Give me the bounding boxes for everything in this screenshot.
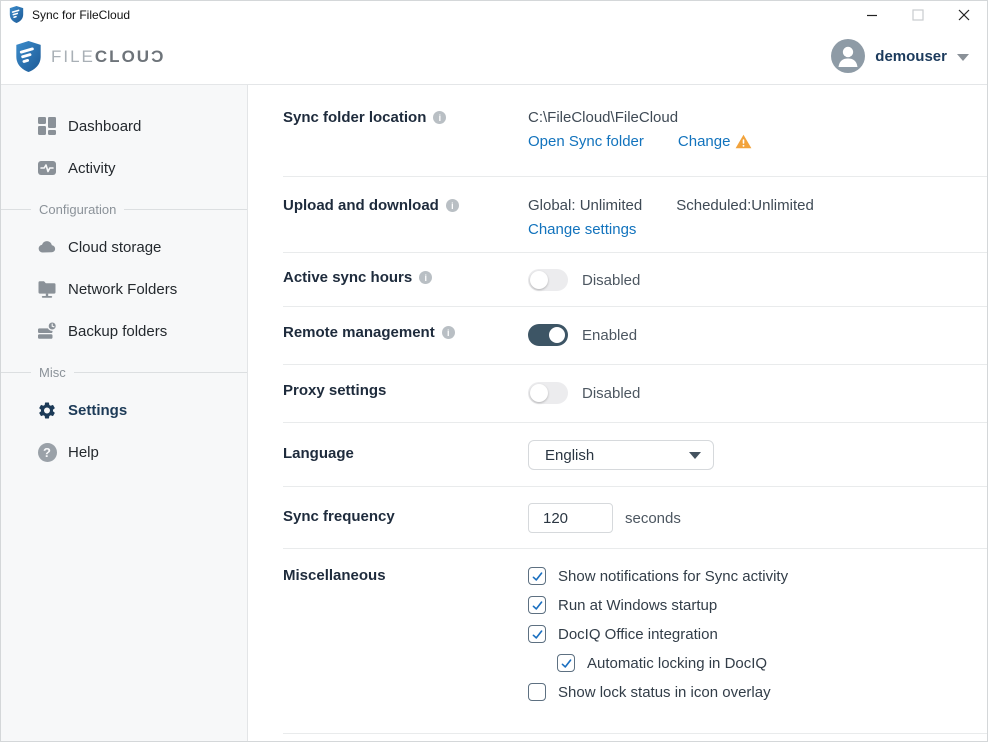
checkbox-label: Show notifications for Sync activity xyxy=(558,568,788,585)
proxy-settings-toggle[interactable] xyxy=(528,382,568,404)
dociq-integration-checkbox[interactable] xyxy=(528,625,546,643)
user-caret-down-icon xyxy=(957,54,969,61)
active-sync-hours-toggle[interactable] xyxy=(528,269,568,291)
global-limit-value: Global: Unlimited xyxy=(528,197,642,214)
brand-cloud-text: CLOUƆ xyxy=(95,47,165,66)
username-label: demouser xyxy=(875,48,947,65)
setting-label: Active sync hours i xyxy=(283,269,528,286)
toggle-state-label: Disabled xyxy=(582,385,640,402)
lock-status-overlay-checkbox[interactable] xyxy=(528,683,546,701)
notifications-checkbox[interactable] xyxy=(528,567,546,585)
app-header: FILECLOUƆ demouser xyxy=(1,28,987,85)
sidebar: Dashboard Activity Configuration xyxy=(1,85,248,742)
section-label: Misc xyxy=(39,365,66,380)
checkbox-label: Automatic locking in DocIQ xyxy=(587,655,767,672)
chevron-down-icon xyxy=(689,452,701,459)
sidebar-item-label: Activity xyxy=(68,160,116,177)
checkbox-row-notifications: Show notifications for Sync activity xyxy=(528,567,788,585)
cloud-icon xyxy=(37,236,57,258)
open-sync-folder-link[interactable]: Open Sync folder xyxy=(528,133,644,150)
filecloud-shield-icon xyxy=(15,41,42,72)
change-settings-link[interactable]: Change settings xyxy=(528,221,636,238)
app-shield-icon xyxy=(9,6,24,23)
row-sync-folder-location: Sync folder location i C:\FileCloud\File… xyxy=(283,85,987,177)
info-icon[interactable]: i xyxy=(446,199,459,212)
brand-file-text: FILE xyxy=(51,47,95,66)
checkbox-row-dociq-integration: DocIQ Office integration xyxy=(528,625,788,643)
sync-frequency-unit: seconds xyxy=(625,510,681,527)
maximize-button[interactable] xyxy=(895,1,941,28)
row-sync-frequency: Sync frequency seconds xyxy=(283,487,987,549)
info-icon[interactable]: i xyxy=(433,111,446,124)
scheduled-limit-value: Scheduled:Unlimited xyxy=(676,197,814,214)
sidebar-item-activity[interactable]: Activity xyxy=(1,147,247,189)
user-avatar-icon xyxy=(831,39,865,73)
setting-label: Proxy settings xyxy=(283,382,528,399)
row-remote-management: Remote management i Enabled xyxy=(283,307,987,365)
sidebar-item-cloud-storage[interactable]: Cloud storage xyxy=(1,226,247,268)
sidebar-item-settings[interactable]: Settings xyxy=(1,389,247,431)
minimize-button[interactable] xyxy=(849,1,895,28)
setting-label: Remote management i xyxy=(283,324,528,341)
sync-frequency-input[interactable] xyxy=(528,503,613,533)
checkbox-row-automatic-locking: Automatic locking in DocIQ xyxy=(557,654,788,672)
change-folder-link[interactable]: Change xyxy=(678,133,731,150)
checkbox-label: Run at Windows startup xyxy=(558,597,717,614)
window-title: Sync for FileCloud xyxy=(32,8,130,22)
sidebar-item-network-folders[interactable]: Network Folders xyxy=(1,268,247,310)
setting-label: Sync folder location i xyxy=(283,109,528,126)
backup-drive-clock-icon xyxy=(37,320,57,342)
sync-folder-path: C:\FileCloud\FileCloud xyxy=(528,109,752,126)
sidebar-item-help[interactable]: ? Help xyxy=(1,431,247,473)
setting-label: Upload and download i xyxy=(283,197,528,214)
sidebar-section-configuration: Configuration xyxy=(1,202,247,217)
row-proxy-settings: Proxy settings Disabled xyxy=(283,365,987,423)
gear-icon xyxy=(37,399,57,421)
sidebar-item-label: Dashboard xyxy=(68,118,141,135)
toggle-state-label: Enabled xyxy=(582,327,637,344)
checkbox-label: Show lock status in icon overlay xyxy=(558,684,771,701)
setting-label: Sync frequency xyxy=(283,503,528,525)
window-controls xyxy=(849,1,987,28)
filecloud-logo: FILECLOUƆ xyxy=(15,41,165,72)
info-icon[interactable]: i xyxy=(442,326,455,339)
dashboard-icon xyxy=(37,115,57,137)
activity-icon xyxy=(37,157,57,179)
row-upload-download: Upload and download i Global: Unlimited … xyxy=(283,177,987,253)
help-icon: ? xyxy=(37,441,57,463)
row-language: Language English xyxy=(283,423,987,487)
sidebar-item-label: Cloud storage xyxy=(68,239,161,256)
sidebar-section-misc: Misc xyxy=(1,365,247,380)
row-miscellaneous: Miscellaneous Show notifications for Syn… xyxy=(283,549,987,734)
settings-panel: Sync folder location i C:\FileCloud\File… xyxy=(248,85,987,742)
sidebar-item-dashboard[interactable]: Dashboard xyxy=(1,105,247,147)
checkbox-row-lock-status-overlay: Show lock status in icon overlay xyxy=(528,683,788,701)
automatic-locking-checkbox[interactable] xyxy=(557,654,575,672)
sidebar-item-backup-folders[interactable]: Backup folders xyxy=(1,310,247,352)
sidebar-item-label: Backup folders xyxy=(68,323,167,340)
info-icon[interactable]: i xyxy=(419,271,432,284)
toggle-state-label: Disabled xyxy=(582,272,640,289)
network-folder-icon xyxy=(37,278,57,300)
sidebar-item-label: Help xyxy=(68,444,99,461)
sidebar-item-label: Settings xyxy=(68,402,127,419)
row-active-sync-hours: Active sync hours i Disabled xyxy=(283,253,987,307)
checkbox-row-run-at-startup: Run at Windows startup xyxy=(528,596,788,614)
language-dropdown[interactable]: English xyxy=(528,440,714,470)
setting-label: Language xyxy=(283,440,528,462)
close-button[interactable] xyxy=(941,1,987,28)
checkbox-label: DocIQ Office integration xyxy=(558,626,718,643)
section-label: Configuration xyxy=(39,202,116,217)
brand-wordmark: FILECLOUƆ xyxy=(51,48,165,65)
sidebar-item-label: Network Folders xyxy=(68,281,177,298)
warning-icon xyxy=(735,134,752,149)
user-menu[interactable]: demouser xyxy=(831,39,969,73)
language-selected-value: English xyxy=(545,447,594,464)
run-at-startup-checkbox[interactable] xyxy=(528,596,546,614)
app-window: Sync for FileCloud xyxy=(0,0,988,742)
setting-label: Miscellaneous xyxy=(283,567,528,584)
titlebar: Sync for FileCloud xyxy=(1,1,987,28)
remote-management-toggle[interactable] xyxy=(528,324,568,346)
